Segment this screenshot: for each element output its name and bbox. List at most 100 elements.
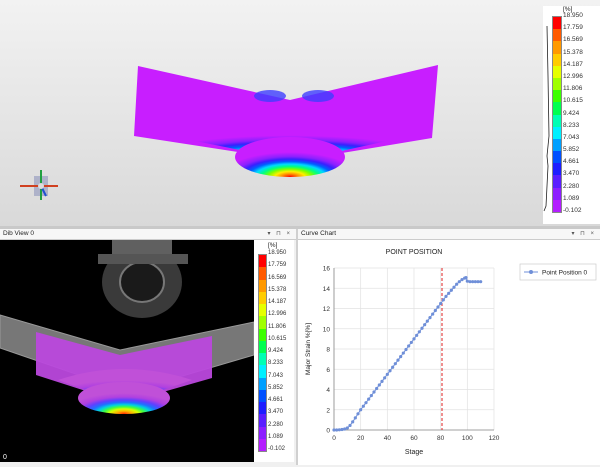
x-tick-label: 120: [489, 435, 500, 442]
dic-legend-swatch: [259, 267, 266, 280]
dic-legend-label: 12.996: [268, 311, 287, 318]
dic-legend-unit: [%]: [268, 242, 278, 249]
x-tick-label: 80: [437, 435, 445, 442]
dic-legend-swatch: [259, 353, 266, 366]
series-point: [383, 376, 387, 380]
dic-legend-label: 15.378: [268, 286, 287, 293]
dic-legend-label: 10.615: [268, 335, 287, 342]
series-point: [412, 337, 416, 341]
series-point: [375, 386, 379, 391]
series-point: [423, 323, 427, 327]
x-tick-label: 0: [332, 435, 336, 442]
dic-legend-swatch: [259, 365, 266, 378]
series-line: [334, 276, 481, 431]
x-tick-label: 100: [462, 435, 473, 442]
series-point: [479, 280, 483, 284]
series-point: [399, 354, 403, 359]
series-point: [441, 298, 445, 302]
curve-chart-svg: POINT POSITION 0 2 4 6 8 10 12 14 16 0 20 40 60 80 100 1…: [305, 249, 597, 456]
x-tick-label: 40: [384, 435, 392, 442]
curve-chart-window-controls[interactable]: ▾ ⊓ ×: [571, 229, 596, 239]
top-legend-label: 9.424: [563, 109, 580, 117]
series-point: [353, 416, 357, 420]
top-legend-label: 11.806: [563, 85, 583, 93]
top-legend-label: 7.043: [563, 133, 580, 141]
series-point: [391, 365, 395, 369]
series-point: [340, 427, 344, 432]
series-point: [444, 294, 448, 298]
3d-view[interactable]: [%] 18.950 17.759 16.569 15.378 14.187 12.996…: [0, 0, 600, 226]
dic-legend-swatch: [259, 340, 266, 353]
dic-legend-label: 17.759: [268, 262, 287, 269]
dic-legend-swatch: [259, 255, 266, 268]
x-axis-label: Stage: [405, 449, 423, 456]
series-point: [420, 326, 424, 330]
top-legend-label: 1.089: [563, 194, 580, 202]
series-point: [415, 333, 419, 337]
legend-label: Point Position 0: [542, 270, 588, 277]
series-point: [455, 282, 459, 286]
series-point: [452, 285, 456, 289]
series-point: [457, 280, 461, 284]
series-point: [425, 319, 429, 323]
dic-legend-label: 16.569: [268, 274, 287, 281]
y-tick-label: 8: [326, 347, 330, 354]
top-legend-label: 5.852: [563, 146, 580, 154]
series-point: [417, 330, 421, 334]
curve-chart[interactable]: POINT POSITION 0 2 4 6 8 10 12 14 16 0 20 40 60 80 100 1…: [298, 240, 600, 465]
dic-view-window-controls[interactable]: ▾ ⊓ ×: [267, 229, 292, 239]
y-tick-label: 14: [323, 286, 331, 293]
dic-legend-swatch: [259, 328, 266, 341]
series-point: [388, 369, 392, 373]
dic-view-titlebar: Dib View 0 ▾ ⊓ ×: [0, 229, 296, 240]
dic-image-view[interactable]: 0: [0, 240, 254, 462]
dic-view-title: Dib View 0: [3, 230, 34, 237]
dic-legend-swatch: [259, 389, 266, 402]
dic-legend-swatch: [259, 377, 266, 390]
dic-legend-swatch: [259, 279, 266, 292]
y-tick-label: 16: [323, 266, 331, 273]
dic-legend-swatch: [259, 414, 266, 427]
series-point: [431, 312, 435, 316]
top-legend-label: 17.759: [563, 24, 583, 32]
series-point: [465, 279, 469, 283]
series-point: [345, 426, 349, 430]
series-point: [447, 291, 451, 295]
series-point: [436, 305, 440, 309]
dic-legend-label: 14.187: [268, 299, 287, 305]
top-legend-label: 10.615: [563, 97, 583, 105]
dic-legend-swatch: [259, 426, 266, 439]
series-point: [364, 401, 368, 405]
dic-legend-swatch: [259, 438, 266, 451]
series-point: [369, 393, 373, 398]
top-legend-label: 8.233: [563, 121, 580, 129]
series-point: [433, 308, 437, 313]
dic-legend-label: 11.806: [268, 323, 286, 330]
dic-legend-label: 4.661: [268, 397, 284, 403]
series-point: [409, 340, 413, 345]
dic-legend-swatch: [259, 316, 266, 329]
x-tick-label: 20: [357, 435, 365, 442]
top-color-legend: [%] 18.950 17.759 16.569 15.378 14.187 12.996…: [543, 6, 600, 224]
y-tick-label: 4: [326, 387, 330, 394]
frame-number: 0: [3, 454, 7, 461]
dic-legend-label: -0.102: [268, 446, 286, 452]
x-tick-label: 60: [410, 435, 418, 442]
y-tick-label: 2: [326, 407, 330, 414]
series-point: [407, 344, 411, 348]
series-point: [380, 379, 384, 383]
dic-legend: [%] 18.950 17.759 16.569 15.378 14.187 12.996…: [254, 240, 294, 462]
y-tick-label: 6: [326, 367, 330, 374]
dic-legend-label: 8.233: [268, 360, 284, 367]
dic-legend-swatch: [259, 304, 266, 317]
top-legend-label: 4.661: [563, 158, 580, 166]
series-point: [404, 347, 408, 352]
top-legend-label: 12.996: [563, 72, 583, 80]
top-legend-label: 16.569: [563, 36, 583, 44]
dic-legend-swatch: [259, 402, 266, 415]
y-tick-label: 10: [323, 326, 331, 333]
series-point: [385, 372, 389, 376]
series-point: [361, 404, 365, 408]
series-point: [439, 301, 443, 306]
dic-legend-label: 7.043: [268, 372, 284, 379]
